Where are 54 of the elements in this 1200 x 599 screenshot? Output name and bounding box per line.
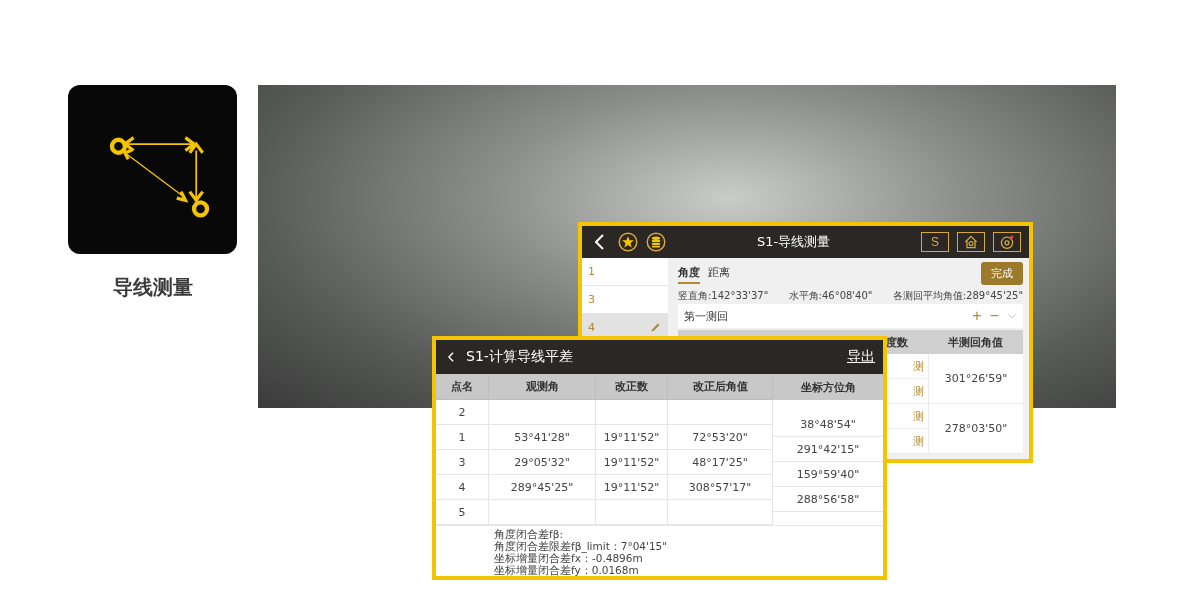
target-icon bbox=[999, 234, 1015, 250]
screen-title: S1-导线测量 bbox=[755, 233, 832, 251]
target-button[interactable] bbox=[993, 232, 1021, 252]
table-cell: 38°48'54" bbox=[773, 412, 883, 437]
column-header: 半测回角值 bbox=[928, 330, 1023, 354]
column-header: 改正数 bbox=[596, 374, 668, 400]
table-cell: 288°56'58" bbox=[773, 487, 883, 512]
table-cell: 278°03'50" bbox=[928, 404, 1023, 454]
home-button[interactable] bbox=[957, 232, 985, 252]
measure-button[interactable]: 测 bbox=[913, 408, 924, 424]
summary-line: 角度闭合差fβ: bbox=[494, 528, 564, 540]
app-icon-tile[interactable] bbox=[68, 85, 237, 254]
pencil-icon bbox=[649, 321, 662, 334]
app-label: 导线测量 bbox=[111, 274, 194, 301]
table-cell: 3 bbox=[436, 450, 489, 475]
table-cell: 29°05'32" bbox=[489, 450, 596, 475]
column-header: 坐标方位角 bbox=[773, 374, 883, 400]
screen-title: S1-计算导线平差 bbox=[466, 348, 574, 366]
column-header: 观测角 bbox=[489, 374, 596, 400]
table-cell: 4 bbox=[436, 475, 489, 500]
round-label: 第一测回 bbox=[684, 308, 729, 324]
angle-reading: 各测回平均角值:289°45'25" bbox=[892, 289, 1023, 303]
s-button[interactable]: S bbox=[921, 232, 949, 252]
table-cell: 159°59'40" bbox=[773, 462, 883, 487]
table-cell: 291°42'15" bbox=[773, 437, 883, 462]
summary-line: 坐标增量闭合差fx：-0.4896m bbox=[494, 552, 644, 564]
column-header: 点名 bbox=[436, 374, 489, 400]
table-cell: 48°17'25" bbox=[668, 450, 773, 475]
measure-button[interactable]: 测 bbox=[913, 358, 924, 374]
summary-line: 角度闭合差限差fβ_limit：7°04'15" bbox=[494, 540, 669, 552]
measure-button[interactable]: 测 bbox=[913, 383, 924, 399]
table-cell: 2 bbox=[436, 400, 489, 425]
table-cell: 19°11'52" bbox=[596, 425, 668, 450]
empty-table-cell bbox=[596, 400, 668, 425]
table-cell: 308°57'17" bbox=[668, 475, 773, 500]
angle-reading: 竖直角:142°33'37" bbox=[678, 289, 769, 303]
table-cell: 5 bbox=[436, 500, 489, 525]
table-cell: 19°11'52" bbox=[596, 475, 668, 500]
tab[interactable]: 距离 bbox=[708, 262, 730, 284]
done-button[interactable]: 完成 bbox=[981, 261, 1023, 285]
remove-button[interactable]: − bbox=[989, 308, 999, 324]
table-cell: 1 bbox=[436, 425, 489, 450]
database-icon[interactable] bbox=[646, 232, 666, 252]
table-cell: 19°11'52" bbox=[596, 450, 668, 475]
summary-line: 坐标增量闭合差fy：0.0168m bbox=[494, 564, 640, 576]
measure-button[interactable]: 测 bbox=[913, 433, 924, 449]
table-cell: 53°41'28" bbox=[489, 425, 596, 450]
table-cell: 301°26'59" bbox=[928, 354, 1023, 404]
angle-reading: 水平角:46°08'40" bbox=[788, 289, 873, 303]
tab[interactable]: 角度 bbox=[678, 262, 700, 284]
table-cell: 72°53'20" bbox=[668, 425, 773, 450]
add-button[interactable]: + bbox=[972, 308, 982, 324]
house-icon bbox=[963, 234, 979, 250]
table-cell: 289°45'25" bbox=[489, 475, 596, 500]
